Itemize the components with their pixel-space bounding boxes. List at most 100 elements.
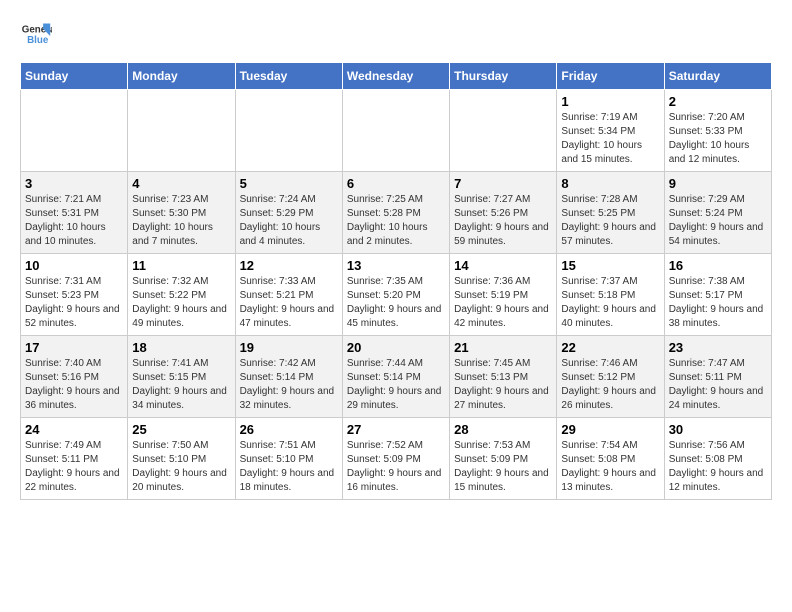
day-info: Sunrise: 7:28 AM Sunset: 5:25 PM Dayligh… [561,193,659,249]
day-number: 10 [25,258,123,273]
calendar-cell: 10 Sunrise: 7:31 AM Sunset: 5:23 PM Dayli… [21,254,128,336]
day-info: Sunrise: 7:20 AM Sunset: 5:33 PM Dayligh… [669,111,767,167]
day-info: Sunrise: 7:25 AM Sunset: 5:28 PM Dayligh… [347,193,445,249]
calendar-cell [342,90,449,172]
calendar-cell: 14 Sunrise: 7:36 AM Sunset: 5:19 PM Dayli… [450,254,557,336]
calendar-cell [128,90,235,172]
day-number: 11 [132,258,230,273]
day-info: Sunrise: 7:24 AM Sunset: 5:29 PM Dayligh… [240,193,338,249]
day-number: 29 [561,422,659,437]
week-row-4: 17 Sunrise: 7:40 AM Sunset: 5:16 PM Dayli… [21,336,772,418]
day-info: Sunrise: 7:53 AM Sunset: 5:09 PM Dayligh… [454,439,552,495]
day-number: 7 [454,176,552,191]
calendar-cell: 17 Sunrise: 7:40 AM Sunset: 5:16 PM Dayli… [21,336,128,418]
day-info: Sunrise: 7:19 AM Sunset: 5:34 PM Dayligh… [561,111,659,167]
day-info: Sunrise: 7:40 AM Sunset: 5:16 PM Dayligh… [25,357,123,413]
day-number: 17 [25,340,123,355]
day-number: 14 [454,258,552,273]
calendar-cell: 6 Sunrise: 7:25 AM Sunset: 5:28 PM Daylig… [342,172,449,254]
calendar-table: Sunday Monday Tuesday Wednesday Thursday… [20,62,772,500]
calendar-cell [235,90,342,172]
day-info: Sunrise: 7:32 AM Sunset: 5:22 PM Dayligh… [132,275,230,331]
day-number: 6 [347,176,445,191]
col-thursday: Thursday [450,63,557,90]
calendar-cell: 9 Sunrise: 7:29 AM Sunset: 5:24 PM Daylig… [664,172,771,254]
col-friday: Friday [557,63,664,90]
day-info: Sunrise: 7:51 AM Sunset: 5:10 PM Dayligh… [240,439,338,495]
day-info: Sunrise: 7:54 AM Sunset: 5:08 PM Dayligh… [561,439,659,495]
calendar-cell: 30 Sunrise: 7:56 AM Sunset: 5:08 PM Dayli… [664,418,771,500]
day-number: 27 [347,422,445,437]
col-tuesday: Tuesday [235,63,342,90]
col-saturday: Saturday [664,63,771,90]
calendar-cell: 3 Sunrise: 7:21 AM Sunset: 5:31 PM Daylig… [21,172,128,254]
day-info: Sunrise: 7:21 AM Sunset: 5:31 PM Dayligh… [25,193,123,249]
day-number: 9 [669,176,767,191]
week-row-5: 24 Sunrise: 7:49 AM Sunset: 5:11 PM Dayli… [21,418,772,500]
logo-icon: General Blue [20,20,52,52]
day-info: Sunrise: 7:35 AM Sunset: 5:20 PM Dayligh… [347,275,445,331]
calendar-cell: 29 Sunrise: 7:54 AM Sunset: 5:08 PM Dayli… [557,418,664,500]
calendar-cell: 13 Sunrise: 7:35 AM Sunset: 5:20 PM Dayli… [342,254,449,336]
calendar-body: 1Sunrise: 7:19 AM Sunset: 5:34 PM Daylig… [21,90,772,500]
day-info: Sunrise: 7:41 AM Sunset: 5:15 PM Dayligh… [132,357,230,413]
day-number: 16 [669,258,767,273]
calendar-cell: 27 Sunrise: 7:52 AM Sunset: 5:09 PM Dayli… [342,418,449,500]
calendar-cell: 8 Sunrise: 7:28 AM Sunset: 5:25 PM Daylig… [557,172,664,254]
day-number: 23 [669,340,767,355]
day-info: Sunrise: 7:27 AM Sunset: 5:26 PM Dayligh… [454,193,552,249]
day-info: Sunrise: 7:49 AM Sunset: 5:11 PM Dayligh… [25,439,123,495]
week-row-2: 3 Sunrise: 7:21 AM Sunset: 5:31 PM Daylig… [21,172,772,254]
day-number: 20 [347,340,445,355]
day-number: 8 [561,176,659,191]
day-info: Sunrise: 7:45 AM Sunset: 5:13 PM Dayligh… [454,357,552,413]
week-row-3: 10 Sunrise: 7:31 AM Sunset: 5:23 PM Dayli… [21,254,772,336]
day-number: 5 [240,176,338,191]
calendar-cell: 15Sunrise: 7:37 AM Sunset: 5:18 PM Dayli… [557,254,664,336]
day-info: Sunrise: 7:36 AM Sunset: 5:19 PM Dayligh… [454,275,552,331]
calendar-cell: 12 Sunrise: 7:33 AM Sunset: 5:21 PM Dayli… [235,254,342,336]
day-number: 26 [240,422,338,437]
day-number: 18 [132,340,230,355]
day-info: Sunrise: 7:50 AM Sunset: 5:10 PM Dayligh… [132,439,230,495]
calendar-cell: 26 Sunrise: 7:51 AM Sunset: 5:10 PM Dayli… [235,418,342,500]
calendar-cell: 2 Sunrise: 7:20 AM Sunset: 5:33 PM Daylig… [664,90,771,172]
day-number: 12 [240,258,338,273]
calendar-cell: 24 Sunrise: 7:49 AM Sunset: 5:11 PM Dayli… [21,418,128,500]
calendar-cell: 1Sunrise: 7:19 AM Sunset: 5:34 PM Daylig… [557,90,664,172]
day-number: 13 [347,258,445,273]
calendar-cell: 7 Sunrise: 7:27 AM Sunset: 5:26 PM Daylig… [450,172,557,254]
day-info: Sunrise: 7:52 AM Sunset: 5:09 PM Dayligh… [347,439,445,495]
col-wednesday: Wednesday [342,63,449,90]
day-number: 3 [25,176,123,191]
page-header: General Blue [20,20,772,52]
calendar-cell: 4Sunrise: 7:23 AM Sunset: 5:30 PM Daylig… [128,172,235,254]
calendar-cell: 5 Sunrise: 7:24 AM Sunset: 5:29 PM Daylig… [235,172,342,254]
day-number: 24 [25,422,123,437]
day-number: 25 [132,422,230,437]
calendar-cell: 16 Sunrise: 7:38 AM Sunset: 5:17 PM Dayli… [664,254,771,336]
day-number: 21 [454,340,552,355]
day-info: Sunrise: 7:46 AM Sunset: 5:12 PM Dayligh… [561,357,659,413]
day-number: 4 [132,176,230,191]
header-row: Sunday Monday Tuesday Wednesday Thursday… [21,63,772,90]
day-info: Sunrise: 7:56 AM Sunset: 5:08 PM Dayligh… [669,439,767,495]
week-row-1: 1Sunrise: 7:19 AM Sunset: 5:34 PM Daylig… [21,90,772,172]
calendar-cell [450,90,557,172]
day-info: Sunrise: 7:38 AM Sunset: 5:17 PM Dayligh… [669,275,767,331]
day-info: Sunrise: 7:42 AM Sunset: 5:14 PM Dayligh… [240,357,338,413]
day-number: 28 [454,422,552,437]
day-info: Sunrise: 7:33 AM Sunset: 5:21 PM Dayligh… [240,275,338,331]
day-number: 22 [561,340,659,355]
day-info: Sunrise: 7:29 AM Sunset: 5:24 PM Dayligh… [669,193,767,249]
day-info: Sunrise: 7:44 AM Sunset: 5:14 PM Dayligh… [347,357,445,413]
day-info: Sunrise: 7:31 AM Sunset: 5:23 PM Dayligh… [25,275,123,331]
calendar-cell: 23Sunrise: 7:47 AM Sunset: 5:11 PM Dayli… [664,336,771,418]
svg-text:Blue: Blue [27,35,49,46]
day-number: 19 [240,340,338,355]
calendar-cell: 28 Sunrise: 7:53 AM Sunset: 5:09 PM Dayli… [450,418,557,500]
day-number: 2 [669,94,767,109]
calendar-cell: 25 Sunrise: 7:50 AM Sunset: 5:10 PM Dayli… [128,418,235,500]
calendar-cell: 18 Sunrise: 7:41 AM Sunset: 5:15 PM Dayli… [128,336,235,418]
day-number: 30 [669,422,767,437]
